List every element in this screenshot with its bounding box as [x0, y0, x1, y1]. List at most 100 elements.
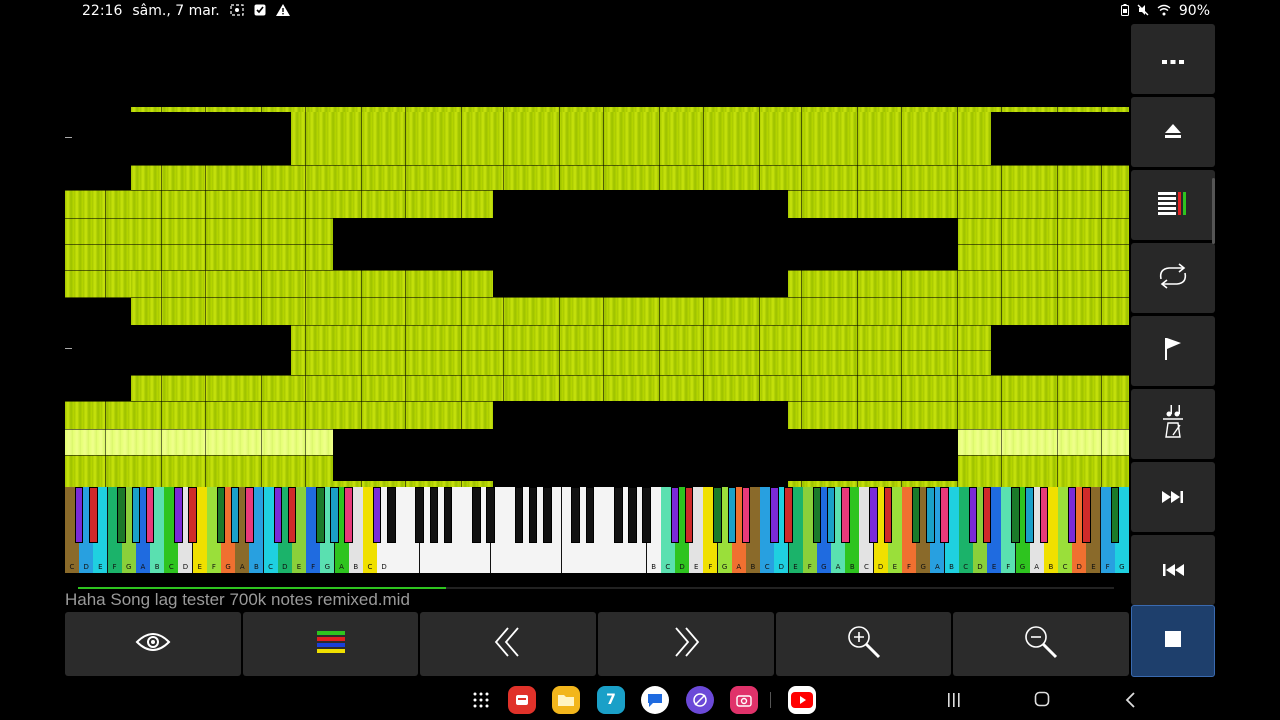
calendar-day: 7: [606, 692, 616, 708]
eye-button[interactable]: [65, 612, 241, 676]
zoom-out-button[interactable]: [953, 612, 1130, 676]
black-key[interactable]: [344, 487, 353, 543]
black-key[interactable]: [316, 487, 325, 543]
piano-roll[interactable]: [65, 107, 1129, 487]
key-label: C: [168, 563, 174, 571]
grid-line: [759, 107, 760, 487]
messages-app-icon[interactable]: [641, 686, 669, 714]
key-label: G: [721, 563, 728, 571]
black-key[interactable]: [429, 487, 439, 543]
zoom-in-button[interactable]: [775, 612, 952, 676]
black-key[interactable]: [869, 487, 878, 543]
black-key[interactable]: [131, 487, 141, 543]
apps-grid-icon[interactable]: [467, 686, 495, 714]
checkbox-icon: [254, 4, 266, 19]
black-key[interactable]: [642, 487, 651, 543]
black-key[interactable]: [543, 487, 552, 543]
browser-app-icon[interactable]: [686, 686, 714, 714]
black-key[interactable]: [1110, 487, 1120, 543]
black-key[interactable]: [330, 487, 339, 543]
black-key[interactable]: [415, 487, 424, 543]
note-block: [291, 112, 991, 165]
black-key[interactable]: [528, 487, 538, 543]
stop-button[interactable]: [1131, 605, 1215, 677]
tracks-button[interactable]: [1131, 170, 1215, 240]
loop-button[interactable]: [1131, 243, 1215, 313]
right-toolbar: [1131, 24, 1215, 678]
edge-tick: [65, 137, 72, 138]
key-label: C: [864, 563, 869, 571]
black-key[interactable]: [727, 487, 737, 543]
app-red-icon[interactable]: [508, 686, 536, 714]
black-key[interactable]: [230, 487, 240, 543]
black-key[interactable]: [89, 487, 98, 543]
black-key[interactable]: [1082, 487, 1091, 543]
black-key[interactable]: [614, 487, 623, 543]
black-key[interactable]: [628, 487, 637, 543]
key-label: C: [963, 563, 969, 571]
black-key[interactable]: [443, 487, 453, 543]
skip-previous-button[interactable]: [1131, 535, 1215, 605]
black-key[interactable]: [713, 487, 722, 543]
black-key[interactable]: [1039, 487, 1049, 543]
playback-progress-bar[interactable]: [78, 587, 1114, 589]
black-key[interactable]: [74, 487, 84, 543]
eject-button[interactable]: [1131, 97, 1215, 167]
active-note-block: [958, 429, 1129, 455]
black-key[interactable]: [245, 487, 254, 543]
more-button[interactable]: [1131, 24, 1215, 94]
divider: [770, 692, 771, 708]
black-key[interactable]: [472, 487, 481, 543]
black-key[interactable]: [911, 487, 921, 543]
black-key[interactable]: [145, 487, 155, 543]
metronome-button[interactable]: [1131, 389, 1215, 459]
black-key[interactable]: [287, 487, 297, 543]
calendar-app-icon[interactable]: 7: [597, 686, 625, 714]
black-key[interactable]: [670, 487, 680, 543]
black-key[interactable]: [486, 487, 495, 543]
black-key[interactable]: [372, 487, 382, 543]
flag-button[interactable]: [1131, 316, 1215, 386]
black-key[interactable]: [174, 487, 183, 543]
camera-app-icon[interactable]: [730, 686, 758, 714]
black-key[interactable]: [841, 487, 850, 543]
black-key[interactable]: [883, 487, 893, 543]
black-key[interactable]: [968, 487, 978, 543]
grid-line: [1057, 107, 1058, 487]
home-icon[interactable]: [1034, 691, 1050, 711]
black-key[interactable]: [514, 487, 524, 543]
black-key[interactable]: [117, 487, 126, 543]
black-key[interactable]: [784, 487, 793, 543]
black-key[interactable]: [940, 487, 949, 543]
app-folder-icon[interactable]: [552, 686, 580, 714]
youtube-app-icon[interactable]: [788, 686, 816, 714]
black-key[interactable]: [741, 487, 751, 543]
black-key[interactable]: [982, 487, 992, 543]
skip-next-button[interactable]: [1131, 462, 1215, 532]
black-key[interactable]: [770, 487, 779, 543]
black-key[interactable]: [684, 487, 694, 543]
black-key[interactable]: [571, 487, 580, 543]
toolbar-scrollbar[interactable]: [1212, 178, 1215, 244]
black-key[interactable]: [387, 487, 396, 543]
rewind-page-button[interactable]: [420, 612, 597, 676]
color-bars-button[interactable]: [242, 612, 419, 676]
piano-keyboard[interactable]: CDEFGABCDEFGABCDEFGABCDBCDEFGABCDEFGABCD…: [65, 487, 1129, 575]
black-key[interactable]: [1025, 487, 1034, 543]
forward-page-button[interactable]: [598, 612, 774, 676]
black-key[interactable]: [812, 487, 822, 543]
back-icon[interactable]: [1124, 691, 1136, 713]
key-label: E: [98, 563, 103, 571]
black-key[interactable]: [188, 487, 197, 543]
black-key[interactable]: [926, 487, 935, 543]
black-key[interactable]: [1067, 487, 1077, 543]
skip-previous-icon: [1162, 561, 1184, 580]
black-key[interactable]: [1011, 487, 1020, 543]
black-key[interactable]: [826, 487, 836, 543]
black-key[interactable]: [585, 487, 595, 543]
black-key[interactable]: [273, 487, 283, 543]
recent-apps-icon[interactable]: [946, 692, 962, 712]
black-key[interactable]: [216, 487, 226, 543]
grid-line: [65, 244, 1129, 245]
key-label: C: [69, 563, 75, 571]
